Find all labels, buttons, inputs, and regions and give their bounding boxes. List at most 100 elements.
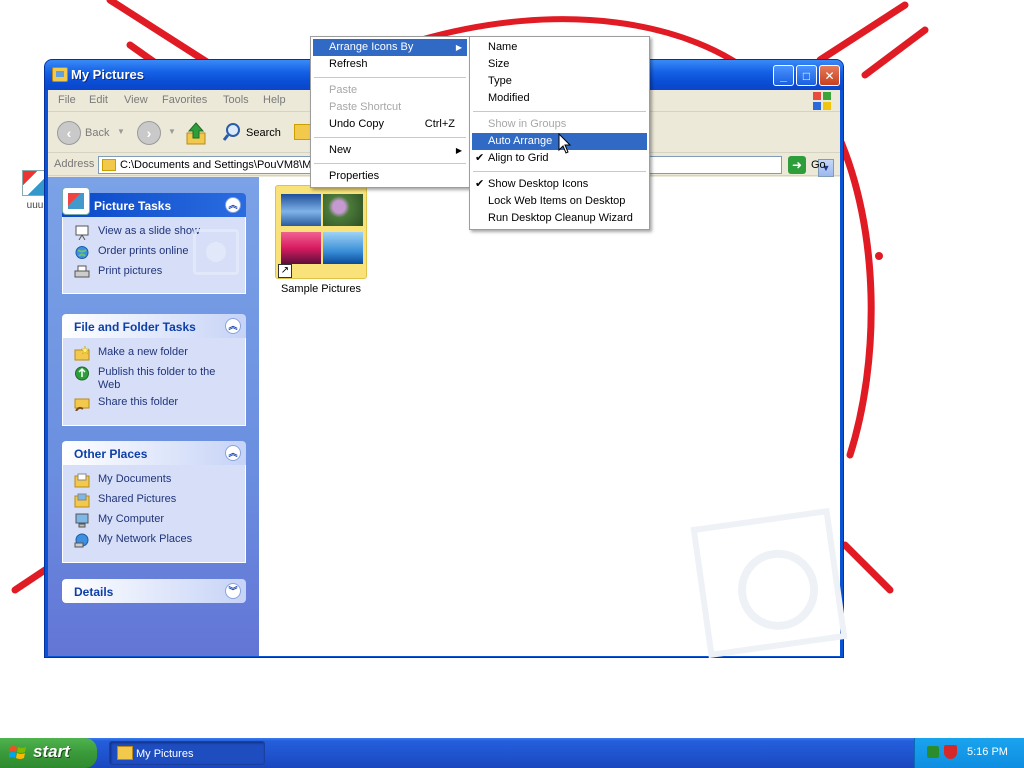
menu-edit[interactable]: Edit	[89, 94, 108, 106]
menu-tools[interactable]: Tools	[223, 94, 249, 106]
close-button[interactable]: ✕	[819, 65, 840, 86]
up-folder-icon[interactable]	[185, 121, 207, 145]
desktop-cleanup-wizard[interactable]: Run Desktop Cleanup Wizard	[472, 210, 647, 227]
collapse-chevron-icon[interactable]: ︽	[225, 318, 241, 334]
start-label: start	[33, 742, 70, 761]
task-label: Order prints online	[98, 245, 189, 257]
my-computer-icon	[75, 513, 89, 528]
file-folder-tasks-header[interactable]: File and Folder Tasks ︽	[62, 314, 246, 338]
show-in-groups[interactable]: Show in Groups	[472, 116, 647, 133]
thumbnail-image	[323, 232, 363, 264]
slideshow-icon	[75, 225, 89, 240]
sample-pictures-folder[interactable]: ↗	[275, 185, 367, 279]
taskbar: start My Pictures 5:16 PM	[0, 738, 1024, 768]
sample-pictures-label[interactable]: Sample Pictures	[265, 283, 377, 295]
pictures-watermark-icon	[690, 507, 848, 659]
menu-view[interactable]: View	[124, 94, 148, 106]
forward-arrow-icon[interactable]: ›	[137, 121, 161, 145]
menu-arrange-icons-by[interactable]: Arrange Icons By ▶	[313, 39, 467, 56]
maximize-button[interactable]: □	[796, 65, 817, 86]
submenu-arrow-icon: ▶	[455, 146, 462, 155]
place-my-network-places[interactable]: My Network Places	[74, 533, 237, 553]
lock-web-items[interactable]: Lock Web Items on Desktop	[472, 193, 647, 210]
share-folder-icon	[74, 398, 90, 411]
task-make-new-folder[interactable]: Make a new folder	[74, 346, 237, 366]
place-my-documents[interactable]: My Documents	[74, 473, 237, 493]
place-shared-pictures[interactable]: Shared Pictures	[74, 493, 237, 513]
menu-undo-copy[interactable]: Undo Copy Ctrl+Z	[313, 116, 467, 133]
new-folder-icon	[74, 346, 90, 361]
file-view[interactable]: ↗ Sample Pictures	[259, 177, 848, 659]
clock[interactable]: 5:16 PM	[967, 746, 1008, 758]
submenu-arrow-icon: ▶	[455, 43, 462, 52]
windows-logo-icon	[812, 91, 832, 111]
network-tray-icon[interactable]	[927, 746, 939, 758]
picture-tasks-body: View as a slide show Order prints online…	[62, 217, 246, 294]
windows-flag-icon	[9, 745, 27, 761]
menu-refresh[interactable]: Refresh	[313, 56, 467, 73]
minimize-button[interactable]: _	[773, 65, 794, 86]
task-publish-folder[interactable]: Publish this folder to the Web	[74, 366, 237, 396]
go-button[interactable]: Go	[811, 159, 826, 171]
other-places-header[interactable]: Other Places ︽	[62, 441, 246, 465]
menu-separator	[473, 111, 646, 112]
picture-tasks-panel: Picture Tasks ︽ View as a slide show Ord…	[62, 187, 246, 294]
printer-icon	[74, 265, 90, 278]
mouse-pointer-icon	[558, 133, 572, 154]
arrange-by-size[interactable]: Size	[472, 56, 647, 73]
menu-help[interactable]: Help	[263, 94, 286, 106]
file-folder-tasks-body: Make a new folder Publish this folder to…	[62, 338, 246, 426]
context-menu: Arrange Icons By ▶ Refresh Paste Paste Sh…	[310, 36, 470, 188]
back-dropdown-icon[interactable]: ▼	[117, 127, 125, 136]
taskbar-item-label: My Pictures	[136, 748, 194, 760]
place-my-computer[interactable]: My Computer	[74, 513, 237, 533]
folder-pictures-icon	[117, 746, 133, 760]
back-arrow-icon[interactable]: ‹	[57, 121, 81, 145]
search-label[interactable]: Search	[246, 127, 281, 139]
search-icon[interactable]	[222, 122, 242, 142]
other-places-body: My Documents Shared Pictures My Computer…	[62, 465, 246, 563]
task-share-folder[interactable]: Share this folder	[74, 396, 237, 416]
my-documents-icon	[74, 473, 90, 488]
menu-properties[interactable]: Properties	[313, 168, 467, 185]
window-title: My Pictures	[71, 67, 144, 82]
menu-separator	[314, 77, 466, 78]
details-title: Details	[74, 585, 114, 599]
picture-tasks-icon	[62, 187, 90, 215]
security-shield-icon[interactable]	[944, 745, 957, 759]
other-places-panel: Other Places ︽ My Documents Shared Pictu…	[62, 441, 246, 563]
folder-icon	[102, 159, 116, 171]
go-arrow-icon[interactable]: ➜	[788, 156, 806, 174]
arrange-by-name[interactable]: Name	[472, 39, 647, 56]
file-folder-tasks-title: File and Folder Tasks	[74, 320, 196, 334]
collapse-chevron-icon[interactable]: ︽	[225, 445, 241, 461]
arrange-by-type[interactable]: Type	[472, 73, 647, 90]
shortcut-arrow-icon: ↗	[278, 264, 292, 278]
menu-paste[interactable]: Paste	[313, 82, 467, 99]
thumbnail-image	[323, 194, 363, 226]
collapse-chevron-icon[interactable]: ︽	[225, 197, 241, 213]
task-label: Print pictures	[98, 265, 163, 277]
taskbar-item-my-pictures[interactable]: My Pictures	[109, 741, 265, 765]
expand-chevron-icon[interactable]: ︾	[225, 583, 241, 599]
globe-icon	[75, 246, 89, 259]
details-panel: Details ︾	[62, 579, 246, 603]
address-path: C:\Documents and Settings\PouVM8\My	[120, 159, 317, 171]
menu-new[interactable]: New ▶	[313, 142, 467, 159]
menu-file[interactable]: File	[58, 94, 76, 106]
folder-pictures-icon	[52, 67, 68, 82]
menu-paste-shortcut[interactable]: Paste Shortcut	[313, 99, 467, 116]
show-desktop-icons[interactable]: ✔ Show Desktop Icons	[472, 176, 647, 193]
thumbnail-image	[281, 194, 321, 226]
picture-tasks-header[interactable]: Picture Tasks ︽	[62, 187, 246, 217]
back-label: Back	[85, 127, 110, 139]
menu-separator	[314, 163, 466, 164]
menu-separator	[473, 171, 646, 172]
arrange-by-modified[interactable]: Modified	[472, 90, 647, 107]
place-label: My Documents	[98, 473, 172, 485]
details-header[interactable]: Details ︾	[62, 579, 246, 603]
network-places-icon	[74, 533, 89, 548]
menu-favorites[interactable]: Favorites	[162, 94, 207, 106]
forward-dropdown-icon[interactable]: ▼	[168, 127, 176, 136]
start-button[interactable]: start	[0, 738, 97, 768]
